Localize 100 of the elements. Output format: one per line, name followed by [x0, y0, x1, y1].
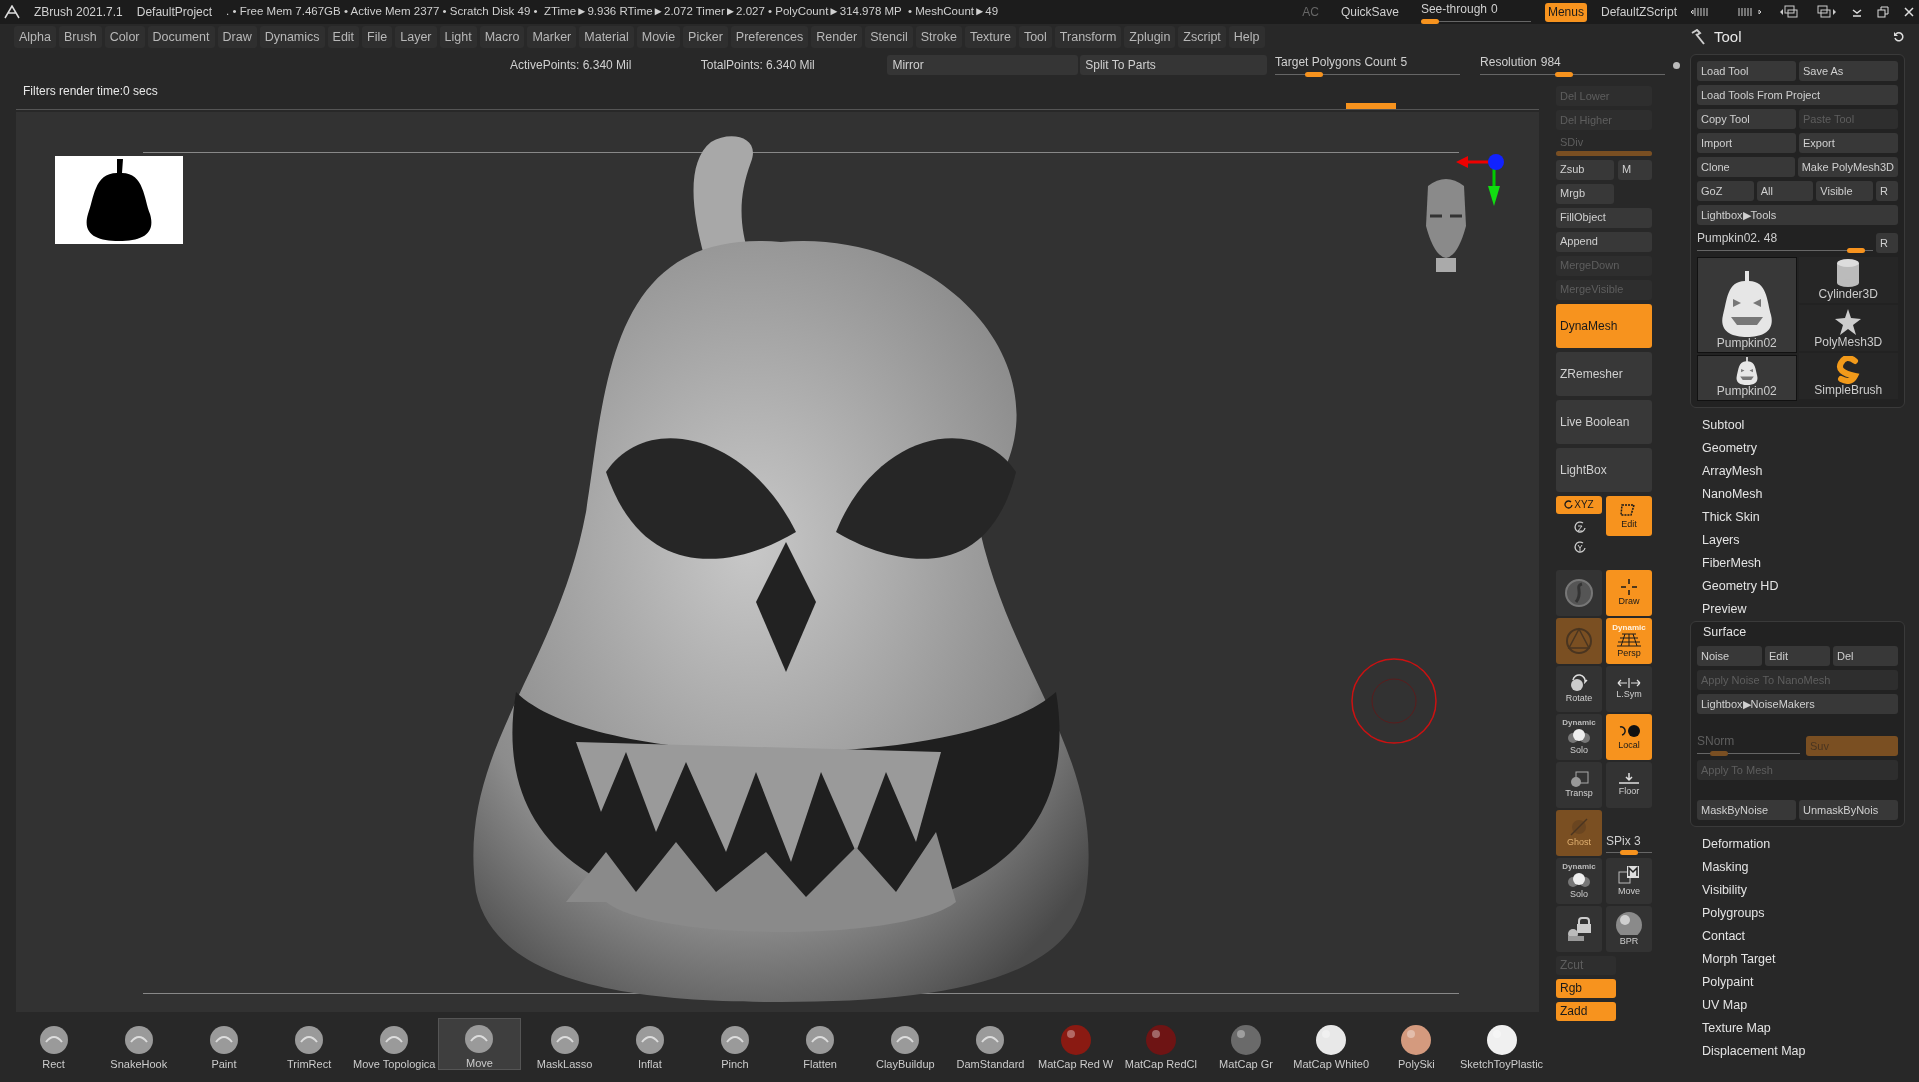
menu-item[interactable]: Zplugin — [1124, 26, 1176, 48]
menu-item[interactable]: Layer — [395, 26, 437, 48]
menu-item[interactable]: Stroke — [915, 26, 962, 48]
tool-thumbnail[interactable]: DamStandard — [948, 1018, 1033, 1070]
slider-thumb[interactable] — [1420, 18, 1439, 24]
shelf-button[interactable]: M — [1618, 159, 1652, 180]
tool-thumbnail[interactable]: PolyMesh3D — [1798, 305, 1898, 351]
panel-section[interactable]: UV Map — [1702, 994, 1905, 1017]
panel-section[interactable]: Morph Target — [1702, 948, 1905, 971]
surface-button[interactable]: Edit — [1765, 646, 1830, 666]
restore-icon[interactable] — [1877, 6, 1889, 18]
shelf-button[interactable]: LightBox — [1556, 447, 1652, 492]
script-name[interactable]: DefaultZScript — [1600, 3, 1677, 21]
tool-button[interactable]: Copy Tool — [1697, 109, 1796, 129]
tool-button[interactable]: Export — [1799, 133, 1898, 153]
menu-item[interactable]: Marker — [527, 26, 577, 48]
timeline-marker[interactable] — [1346, 103, 1396, 109]
rotate-y-icon[interactable] — [1572, 539, 1586, 554]
draw-button[interactable]: Draw — [1606, 569, 1652, 616]
shelf-button[interactable]: Rgb — [1556, 978, 1616, 998]
see-through-slider[interactable]: See-through 0 — [1420, 0, 1531, 24]
timeline-track[interactable] — [16, 102, 1539, 110]
panel-section[interactable]: Visibility — [1702, 879, 1905, 902]
tool-slider[interactable]: Pumpkin02. 48 — [1697, 229, 1873, 253]
menu-item[interactable]: File — [362, 26, 393, 48]
panel-section[interactable]: Preview — [1702, 598, 1905, 621]
minimize-icon[interactable] — [1851, 6, 1863, 18]
mirror-button[interactable]: Mirror — [887, 55, 1079, 75]
shelf-button[interactable]: Live Boolean — [1556, 399, 1652, 444]
material-thumbnail[interactable]: MatCap Red W — [1034, 1018, 1118, 1070]
tool-thumbnail[interactable]: MaskLasso — [523, 1018, 607, 1070]
tool-thumbnail[interactable]: Inflat — [608, 1018, 692, 1070]
shelf-button[interactable]: DynaMesh — [1556, 303, 1652, 348]
menus-button[interactable]: Menus — [1544, 2, 1587, 22]
bpr-button[interactable]: BPR — [1606, 905, 1652, 952]
menu-item[interactable]: Document — [147, 26, 215, 48]
tool-thumbnail[interactable]: ClayBuildup — [863, 1018, 947, 1070]
slider-thumb[interactable] — [1620, 850, 1638, 855]
tool-thumbnail[interactable]: Paint — [182, 1018, 266, 1070]
tool-button[interactable]: Make PolyMesh3D — [1797, 157, 1898, 177]
floor-button[interactable]: Floor — [1606, 761, 1652, 808]
tool-button[interactable]: R — [1876, 181, 1898, 201]
material-thumbnail[interactable]: MatCap White0 — [1289, 1018, 1373, 1070]
menu-item[interactable]: Transform — [1054, 26, 1122, 48]
menu-item[interactable]: Brush — [59, 26, 102, 48]
menu-item[interactable]: Texture — [964, 26, 1016, 48]
transp-button[interactable]: Transp — [1556, 761, 1602, 808]
slider-thumb[interactable] — [1555, 71, 1574, 77]
menu-item[interactable]: Preferences — [730, 26, 809, 48]
surface-button[interactable]: Noise — [1697, 646, 1762, 666]
surface-button[interactable]: Del — [1833, 646, 1898, 666]
tool-button[interactable]: Save As — [1799, 61, 1898, 81]
sphere-button[interactable] — [1556, 569, 1602, 616]
camera-button[interactable] — [1556, 905, 1602, 952]
panel-section[interactable]: Surface — [1697, 622, 1898, 642]
surface-button[interactable]: Lightbox▶NoiseMakers — [1697, 694, 1898, 714]
panel-section[interactable]: Contact — [1702, 925, 1905, 948]
panel-section[interactable]: ArrayMesh — [1702, 460, 1905, 483]
menu-item[interactable]: Alpha — [14, 26, 56, 48]
surface-button[interactable]: UnmaskByNois — [1799, 800, 1898, 820]
menu-item[interactable]: Macro — [479, 26, 525, 48]
menu-item[interactable]: Render — [811, 26, 863, 48]
slider-thumb[interactable] — [1847, 247, 1866, 253]
ghost-button[interactable]: Ghost — [1556, 809, 1602, 856]
menu-item[interactable]: Picker — [683, 26, 728, 48]
shelf-button[interactable]: Mrgb — [1556, 183, 1614, 204]
persp-button[interactable]: Dynamic Persp — [1606, 617, 1652, 664]
menu-item[interactable]: Stencil — [865, 26, 913, 48]
xyz-button[interactable]: XYZ — [1556, 495, 1602, 514]
panel-section[interactable]: Polygroups — [1702, 902, 1905, 925]
shelf-button[interactable]: ZRemesher — [1556, 351, 1652, 396]
shelf-button[interactable]: Zsub — [1556, 159, 1614, 180]
shelf-button[interactable]: Append — [1556, 231, 1652, 252]
menu-item[interactable]: Tool — [1018, 26, 1052, 48]
shelf-button[interactable]: Zadd — [1556, 1001, 1616, 1021]
tool-thumbnail[interactable]: Move — [437, 1018, 522, 1070]
panel-section[interactable]: Masking — [1702, 856, 1905, 879]
solo-button[interactable]: Dynamic Solo — [1556, 857, 1602, 904]
menu-item[interactable]: Light — [439, 26, 477, 48]
surface-button[interactable]: MaskByNoise — [1697, 800, 1796, 820]
window-stack-icon[interactable] — [1779, 5, 1801, 19]
solo-button[interactable]: Dynamic Solo — [1556, 713, 1602, 760]
panel-section[interactable]: Texture Map — [1702, 1017, 1905, 1040]
menu-item[interactable]: Movie — [636, 26, 681, 48]
tool-button[interactable]: Import — [1697, 133, 1796, 153]
slider-thumb[interactable] — [1305, 71, 1324, 77]
tool-button[interactable]: Visible — [1816, 181, 1873, 201]
edit-button[interactable]: Edit — [1606, 495, 1652, 536]
spix-slider[interactable]: SPix 3 — [1606, 831, 1652, 856]
close-icon[interactable] — [1903, 6, 1915, 18]
tool-thumbnail[interactable]: Move Topologica — [352, 1018, 436, 1070]
menu-item[interactable]: Dynamics — [259, 26, 325, 48]
menu-item[interactable]: Material — [579, 26, 634, 48]
lsym-button[interactable]: L.Sym — [1606, 665, 1652, 712]
menu-item[interactable]: Edit — [327, 26, 360, 48]
panel-section[interactable]: Layers — [1702, 529, 1905, 552]
tool-button[interactable]: GoZ — [1697, 181, 1754, 201]
panel-section[interactable]: Geometry HD — [1702, 575, 1905, 598]
tool-thumbnail[interactable]: Pumpkin02 — [1697, 355, 1797, 401]
panel-section[interactable]: FiberMesh — [1702, 552, 1905, 575]
